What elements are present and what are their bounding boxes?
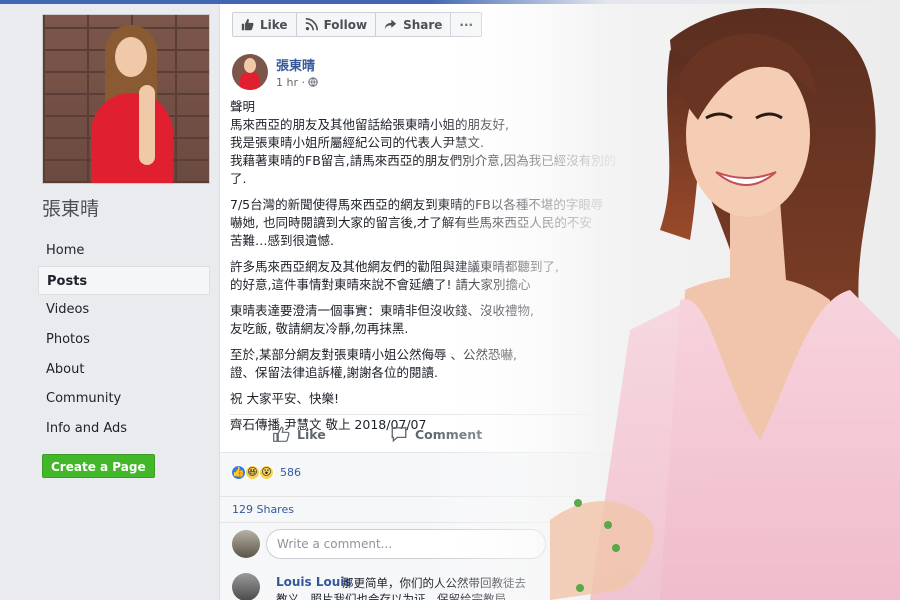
nav-item-info-and-ads[interactable]: Info and Ads — [38, 414, 210, 444]
rss-follow-icon — [305, 18, 318, 31]
globe-icon — [308, 77, 319, 87]
post-paragraph: 東晴表達要澄清一個事實：東晴非但沒收錢、沒收禮物, 友吃飯, 敬請網友冷靜,勿再… — [230, 303, 534, 336]
wow-reaction-icon: 😮 — [259, 465, 274, 480]
shares-count[interactable]: 129 Shares — [232, 503, 294, 516]
nav-item-about[interactable]: About — [38, 355, 210, 385]
post-timestamp[interactable]: 1 hr · — [276, 76, 319, 89]
nav-item-posts[interactable]: Posts — [38, 265, 210, 296]
commenter-avatar[interactable] — [232, 573, 260, 600]
share-arrow-icon — [384, 19, 397, 30]
post-body: 聲明 馬來西亞的朋友及其他留話給張東晴小姐的朋友好, 我是張東晴小姐所屬經紀公司… — [230, 98, 650, 442]
nav-item-photos[interactable]: Photos — [38, 325, 210, 355]
post-paragraph: 至於,某部分網友對張東晴小姐公然侮辱 、公然恐嚇, 證、保留法律追訴權,謝謝各位… — [230, 347, 517, 380]
thumbs-up-icon — [241, 18, 254, 31]
author-avatar[interactable] — [232, 54, 268, 90]
reaction-summary[interactable]: 👍 😆 😮 586 — [220, 452, 900, 496]
page-share-button[interactable]: Share — [375, 12, 452, 37]
post-like-button[interactable]: Like — [272, 425, 326, 443]
ellipsis-icon: ··· — [459, 17, 474, 32]
post-paragraph: 祝 大家平安、快樂! — [230, 391, 339, 406]
comment-text: 那更简单，你们的人公然带回教徒去 — [342, 576, 526, 590]
haha-reaction-icon: 😆 — [245, 465, 260, 480]
nav-item-community[interactable]: Community — [38, 384, 210, 414]
post-card: Like Follow Share ··· 張東晴 1 hr · 聲明 馬來西亞… — [220, 4, 900, 600]
post-comment-button[interactable]: Comment — [390, 425, 482, 443]
page-name[interactable]: 張東晴 — [42, 194, 99, 221]
comment-input[interactable]: Write a comment... — [266, 529, 546, 559]
comments-section: Write a comment... Louis Louis 那更简单，你们的人… — [220, 522, 900, 600]
page-like-button[interactable]: Like — [232, 12, 297, 37]
post-paragraph: 7/5台灣的新聞使得馬來西亞的網友到東晴的FB以各種不堪的字眼辱 嚇她, 也同時… — [230, 197, 604, 248]
thumbs-up-icon — [273, 426, 290, 442]
nav-item-home[interactable]: Home — [38, 236, 210, 266]
post-author[interactable]: 張東晴 — [276, 55, 315, 74]
comment-author[interactable]: Louis Louis — [276, 575, 352, 589]
left-sidebar: 張東晴 Home Posts Videos Photos About Commu… — [0, 4, 220, 600]
comment-bubble-icon — [391, 427, 407, 443]
page-nav: Home Posts Videos Photos About Community… — [38, 236, 210, 444]
create-page-button[interactable]: Create a Page — [42, 454, 155, 478]
comment-text: 教义，照片我们也会存以为证，保留给宗教局 — [276, 592, 506, 600]
page-follow-button[interactable]: Follow — [295, 12, 377, 37]
current-user-avatar — [232, 530, 260, 558]
page-action-bar: Like Follow Share ··· — [232, 12, 483, 37]
post-paragraph: 聲明 馬來西亞的朋友及其他留話給張東晴小姐的朋友好, 我是張東晴小姐所屬經紀公司… — [230, 99, 617, 186]
nav-item-videos[interactable]: Videos — [38, 295, 210, 325]
post-action-bar: Like Comment — [230, 414, 590, 454]
more-options-button[interactable]: ··· — [450, 12, 483, 37]
post-paragraph: 許多馬來西亞網友及其他網友們的勸阻與建議東晴都聽到了, 的好意,這件事情對東晴來… — [230, 259, 559, 292]
like-reaction-icon: 👍 — [231, 465, 246, 480]
shares-row: 129 Shares — [220, 496, 900, 522]
reaction-count[interactable]: 586 — [280, 466, 301, 479]
profile-picture[interactable] — [42, 14, 210, 184]
